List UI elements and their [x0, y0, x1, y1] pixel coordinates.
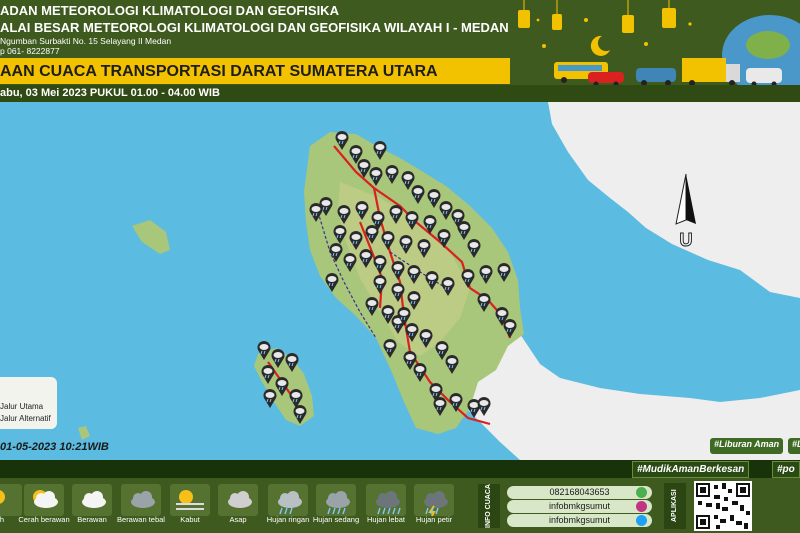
hashtag-badge: #po — [772, 461, 800, 478]
whatsapp-number: 082168043653 — [549, 487, 610, 497]
weather-legend-label: Hujan lebat — [367, 515, 405, 524]
date-bar: abu, 03 Mei 2023 PUKUL 01.00 - 04.00 WIB — [0, 85, 800, 102]
info-cuaca-label: INFO CUACA — [478, 484, 500, 528]
route-legend: Jalur Utama Jalur Alternatif — [0, 377, 57, 429]
page-title: AAN CUACA TRANSPORTASI DARAT SUMATERA UT… — [0, 63, 438, 80]
weather-legend-tile — [170, 484, 210, 516]
agency-name: ADAN METEOROLOGI KLIMATOLOGI DAN GEOFISI… — [0, 3, 339, 18]
weather-legend-tile — [218, 484, 258, 516]
legend-main-route-label: Jalur Utama — [0, 402, 44, 411]
weather-legend-label: Hujan ringan — [266, 515, 310, 524]
fog-icon — [176, 490, 204, 510]
smoke-icon — [228, 491, 252, 508]
hashtag-badge: #L — [788, 438, 800, 454]
sun-icon — [0, 490, 5, 504]
van-icon — [746, 68, 782, 85]
twitter-icon — [636, 515, 647, 526]
cloud-icon — [82, 491, 106, 508]
office-name: ALAI BESAR METEOROLOGI KLIMATOLOGI DAN G… — [0, 20, 509, 35]
instagram-icon — [636, 501, 647, 512]
heavy-rain-icon — [376, 491, 401, 515]
hashtag-badge: #MudikAmanBerkesan — [632, 461, 750, 478]
sun-cloud-icon — [33, 490, 58, 508]
thunder-rain-icon — [424, 491, 448, 517]
title-bar: AAN CUACA TRANSPORTASI DARAT SUMATERA UT… — [0, 58, 540, 84]
weather-legend-label: Asap — [229, 515, 247, 524]
legend-alternative-route-label: Jalur Alternatif — [0, 414, 51, 423]
weather-legend-tile — [72, 484, 112, 516]
weather-legend-label: Berawan — [77, 515, 107, 524]
twitter-handle: infobmkgsumut — [548, 515, 611, 525]
weather-legend-label: Berawan tebal — [117, 515, 165, 524]
weather-legend-tile — [0, 484, 22, 516]
weather-legend-label: Hujan sedang — [312, 515, 360, 524]
weather-legend-label: Kabut — [180, 515, 200, 524]
north-arrow-label: U — [680, 230, 693, 250]
whatsapp-contact[interactable]: 082168043653 — [507, 486, 652, 499]
light-rain-icon — [278, 491, 302, 515]
hashtag-badge: #Liburan Aman — [710, 438, 784, 454]
instagram-handle: infobmkgsumut — [548, 501, 611, 511]
qr-code-icon[interactable] — [694, 481, 752, 531]
instagram-contact[interactable]: infobmkgsumut — [507, 500, 652, 513]
legend-alternative-route: Jalur Alternatif — [0, 414, 51, 423]
weather-legend-tile — [366, 484, 406, 516]
weather-legend-tile — [121, 484, 161, 516]
office-phone: p 061- 8222877 — [0, 46, 60, 56]
weather-legend-label: Hujan petir — [415, 515, 453, 524]
weather-legend-tile — [268, 484, 308, 516]
issued-timestamp: 01-05-2023 10:21WIB — [0, 441, 109, 453]
weather-legend-tile — [24, 484, 64, 516]
moderate-rain-icon — [326, 491, 350, 515]
header: ADAN METEOROLOGI KLIMATOLOGI DAN GEOFISI… — [0, 0, 800, 85]
whatsapp-icon — [636, 487, 647, 498]
twitter-contact[interactable]: infobmkgsumut — [507, 514, 652, 527]
weather-legend-label: Cerah berawan — [18, 515, 70, 524]
forecast-date: abu, 03 Mei 2023 PUKUL 01.00 - 04.00 WIB — [0, 87, 220, 99]
weather-map: U — [0, 102, 800, 460]
legend-main-route: Jalur Utama — [0, 402, 43, 411]
header-ornaments — [510, 0, 800, 85]
weather-legend-tile — [316, 484, 356, 516]
weather-legend-tile — [414, 484, 454, 517]
dark-cloud-icon — [131, 491, 155, 508]
aplikasi-label: APLIKASI — [664, 483, 686, 529]
office-address: Ngumban Surbakti No. 15 Selayang II Meda… — [0, 36, 172, 46]
